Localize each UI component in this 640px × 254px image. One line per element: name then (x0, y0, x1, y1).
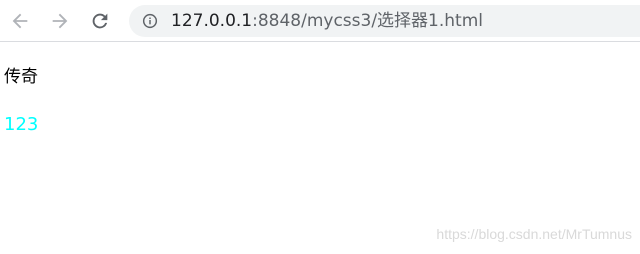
watermark-text: https://blog.csdn.net/MrTumnus (436, 226, 632, 242)
url-text[interactable]: 127.0.0.1:8848/mycss3/选择器1.html (171, 5, 483, 37)
address-bar[interactable]: 127.0.0.1:8848/mycss3/选择器1.html (129, 5, 640, 37)
paragraph-text: 传奇 (4, 67, 38, 87)
url-path: :8848/mycss3/选择器1.html (252, 11, 483, 31)
back-button[interactable] (5, 6, 35, 36)
reload-icon (92, 13, 108, 29)
url-host: 127.0.0.1 (171, 11, 253, 31)
forward-button[interactable] (45, 6, 75, 36)
browser-toolbar: 127.0.0.1:8848/mycss3/选择器1.html (0, 0, 640, 42)
info-icon[interactable] (142, 13, 158, 29)
reload-button[interactable] (85, 6, 115, 36)
cyan-number-text: 123 (4, 114, 39, 135)
arrow-left-icon (12, 13, 28, 29)
arrow-right-icon (52, 13, 68, 29)
